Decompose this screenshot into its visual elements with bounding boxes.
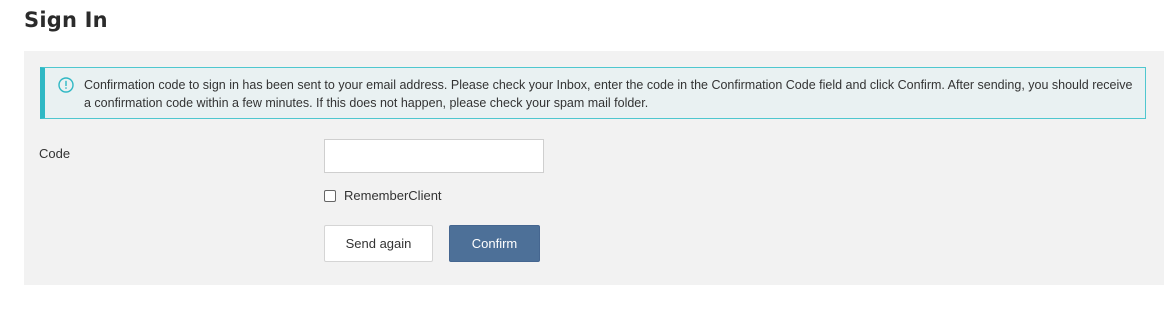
sign-in-panel: Confirmation code to sign in has been se… bbox=[24, 51, 1164, 285]
code-input[interactable] bbox=[324, 139, 544, 173]
remember-client-row[interactable]: RememberClient bbox=[324, 188, 442, 203]
info-circle-icon bbox=[58, 77, 74, 93]
code-label: Code bbox=[39, 146, 71, 161]
remember-client-label: RememberClient bbox=[344, 188, 442, 203]
info-alert: Confirmation code to sign in has been se… bbox=[40, 67, 1146, 119]
remember-client-checkbox[interactable] bbox=[324, 189, 336, 202]
alert-message: Confirmation code to sign in has been se… bbox=[84, 78, 1133, 110]
confirm-button[interactable]: Confirm bbox=[449, 225, 540, 262]
page-title: Sign In bbox=[24, 8, 108, 32]
send-again-button[interactable]: Send again bbox=[324, 225, 433, 262]
